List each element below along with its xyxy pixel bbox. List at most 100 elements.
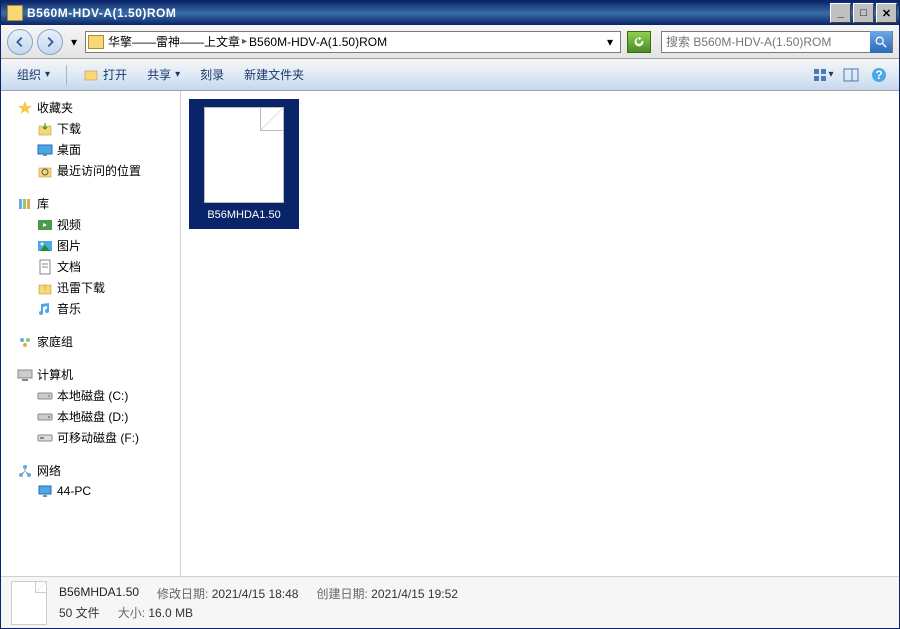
- window-icon: [7, 5, 23, 21]
- search-button[interactable]: [870, 31, 892, 53]
- sidebar-label: 库: [37, 195, 49, 212]
- nav-bar: ▾ 华擎——雷神——上文章▸ B560M-HDV-A(1.50)ROM ▾: [1, 25, 899, 59]
- nav-history-dropdown[interactable]: ▾: [67, 31, 81, 53]
- details-filetype: 50 文件: [59, 604, 100, 621]
- refresh-button[interactable]: [627, 31, 651, 53]
- sidebar-item-music[interactable]: 音乐: [1, 298, 180, 319]
- sidebar-label: 本地磁盘 (D:): [57, 408, 128, 425]
- file-thumbnail: [204, 107, 284, 203]
- minimize-button[interactable]: _: [830, 3, 851, 23]
- sidebar-item-network[interactable]: 网络: [1, 460, 180, 481]
- arrow-left-icon: [13, 35, 27, 49]
- address-bar[interactable]: 华擎——雷神——上文章▸ B560M-HDV-A(1.50)ROM ▾: [85, 31, 621, 53]
- desktop-icon: [37, 142, 53, 158]
- document-icon: [37, 259, 53, 275]
- details-thumbnail: [11, 581, 47, 625]
- sidebar-item-thunder[interactable]: 迅雷下载: [1, 277, 180, 298]
- sidebar-label: 图片: [57, 237, 81, 254]
- sidebar-label: 本地磁盘 (C:): [57, 387, 128, 404]
- sidebar-label: 文档: [57, 258, 81, 275]
- breadcrumb-segment[interactable]: 华擎——雷神——上文章▸: [108, 33, 247, 50]
- details-size-label: 大小:: [118, 606, 145, 620]
- share-button[interactable]: 共享▾: [139, 62, 188, 87]
- sidebar-item-drive-d[interactable]: 本地磁盘 (D:): [1, 406, 180, 427]
- sidebar-label: 下载: [57, 120, 81, 137]
- sidebar-item-downloads[interactable]: 下载: [1, 118, 180, 139]
- burn-button[interactable]: 刻录: [192, 62, 232, 87]
- removable-drive-icon: [37, 430, 53, 446]
- organize-button[interactable]: 组织▾: [9, 62, 58, 87]
- window-title: B560M-HDV-A(1.50)ROM: [27, 6, 830, 20]
- refresh-icon: [632, 35, 646, 49]
- titlebar: B560M-HDV-A(1.50)ROM _ □ ✕: [1, 1, 899, 25]
- search-icon: [874, 35, 888, 49]
- sidebar-item-network-pc[interactable]: 44-PC: [1, 481, 180, 501]
- sidebar-label: 家庭组: [37, 333, 73, 350]
- thunder-icon: [37, 280, 53, 296]
- maximize-button[interactable]: □: [853, 3, 874, 23]
- sidebar-item-drive-f[interactable]: 可移动磁盘 (F:): [1, 427, 180, 448]
- sidebar-item-computer[interactable]: 计算机: [1, 364, 180, 385]
- search-box: [661, 31, 893, 53]
- homegroup-group: 家庭组: [1, 331, 180, 352]
- open-button[interactable]: 打开: [75, 62, 135, 87]
- sidebar-item-pictures[interactable]: 图片: [1, 235, 180, 256]
- network-icon: [17, 463, 33, 479]
- preview-pane-button[interactable]: [839, 63, 863, 87]
- recent-icon: [37, 163, 53, 179]
- details-modified-label: 修改日期:: [157, 587, 208, 601]
- separator: [66, 65, 67, 85]
- sidebar-label: 可移动磁盘 (F:): [57, 429, 139, 446]
- favorites-group: 收藏夹 下载 桌面 最近访问的位置: [1, 97, 180, 181]
- computer-icon: [17, 367, 33, 383]
- sidebar-item-libraries[interactable]: 库: [1, 193, 180, 214]
- sidebar-item-recent[interactable]: 最近访问的位置: [1, 160, 180, 181]
- picture-icon: [37, 238, 53, 254]
- sidebar-item-favorites[interactable]: 收藏夹: [1, 97, 180, 118]
- svg-text:?: ?: [875, 68, 882, 82]
- music-icon: [37, 301, 53, 317]
- sidebar-label: 网络: [37, 462, 61, 479]
- preview-icon: [843, 67, 859, 83]
- new-folder-button[interactable]: 新建文件夹: [236, 62, 312, 87]
- forward-button[interactable]: [37, 29, 63, 55]
- file-item[interactable]: B56MHDA1.50: [189, 99, 299, 229]
- search-input[interactable]: [662, 35, 870, 49]
- sidebar-item-videos[interactable]: 视频: [1, 214, 180, 235]
- window-controls: _ □ ✕: [830, 3, 897, 23]
- details-info: B56MHDA1.50 修改日期: 2021/4/15 18:48 创建日期: …: [59, 585, 458, 621]
- breadcrumb-segment[interactable]: B560M-HDV-A(1.50)ROM: [249, 35, 387, 49]
- computer-group: 计算机 本地磁盘 (C:) 本地磁盘 (D:) 可移动磁盘 (F:): [1, 364, 180, 448]
- body: 收藏夹 下载 桌面 最近访问的位置 库: [1, 91, 899, 576]
- back-button[interactable]: [7, 29, 33, 55]
- sidebar-item-homegroup[interactable]: 家庭组: [1, 331, 180, 352]
- toolbar-right: ▾ ?: [811, 63, 891, 87]
- sidebar-item-documents[interactable]: 文档: [1, 256, 180, 277]
- details-size: 16.0 MB: [148, 606, 193, 620]
- sidebar-label: 桌面: [57, 141, 81, 158]
- view-icon: [812, 67, 828, 83]
- library-icon: [17, 196, 33, 212]
- star-icon: [17, 100, 33, 116]
- file-name: B56MHDA1.50: [207, 209, 280, 221]
- video-icon: [37, 217, 53, 233]
- close-button[interactable]: ✕: [876, 3, 897, 23]
- drive-icon: [37, 388, 53, 404]
- download-icon: [37, 121, 53, 137]
- sidebar-label: 迅雷下载: [57, 279, 105, 296]
- address-dropdown[interactable]: ▾: [602, 35, 618, 49]
- file-list[interactable]: B56MHDA1.50: [181, 91, 899, 576]
- libraries-group: 库 视频 图片 文档 迅雷下载: [1, 193, 180, 319]
- folder-icon: [88, 35, 104, 49]
- sidebar-item-drive-c[interactable]: 本地磁盘 (C:): [1, 385, 180, 406]
- view-options-button[interactable]: ▾: [811, 63, 835, 87]
- navigation-pane: 收藏夹 下载 桌面 最近访问的位置 库: [1, 91, 181, 576]
- help-button[interactable]: ?: [867, 63, 891, 87]
- details-created-label: 创建日期:: [316, 587, 367, 601]
- sidebar-label: 最近访问的位置: [57, 162, 141, 179]
- help-icon: ?: [871, 67, 887, 83]
- sidebar-label: 音乐: [57, 300, 81, 317]
- details-filename: B56MHDA1.50: [59, 585, 139, 602]
- sidebar-item-desktop[interactable]: 桌面: [1, 139, 180, 160]
- network-group: 网络 44-PC: [1, 460, 180, 501]
